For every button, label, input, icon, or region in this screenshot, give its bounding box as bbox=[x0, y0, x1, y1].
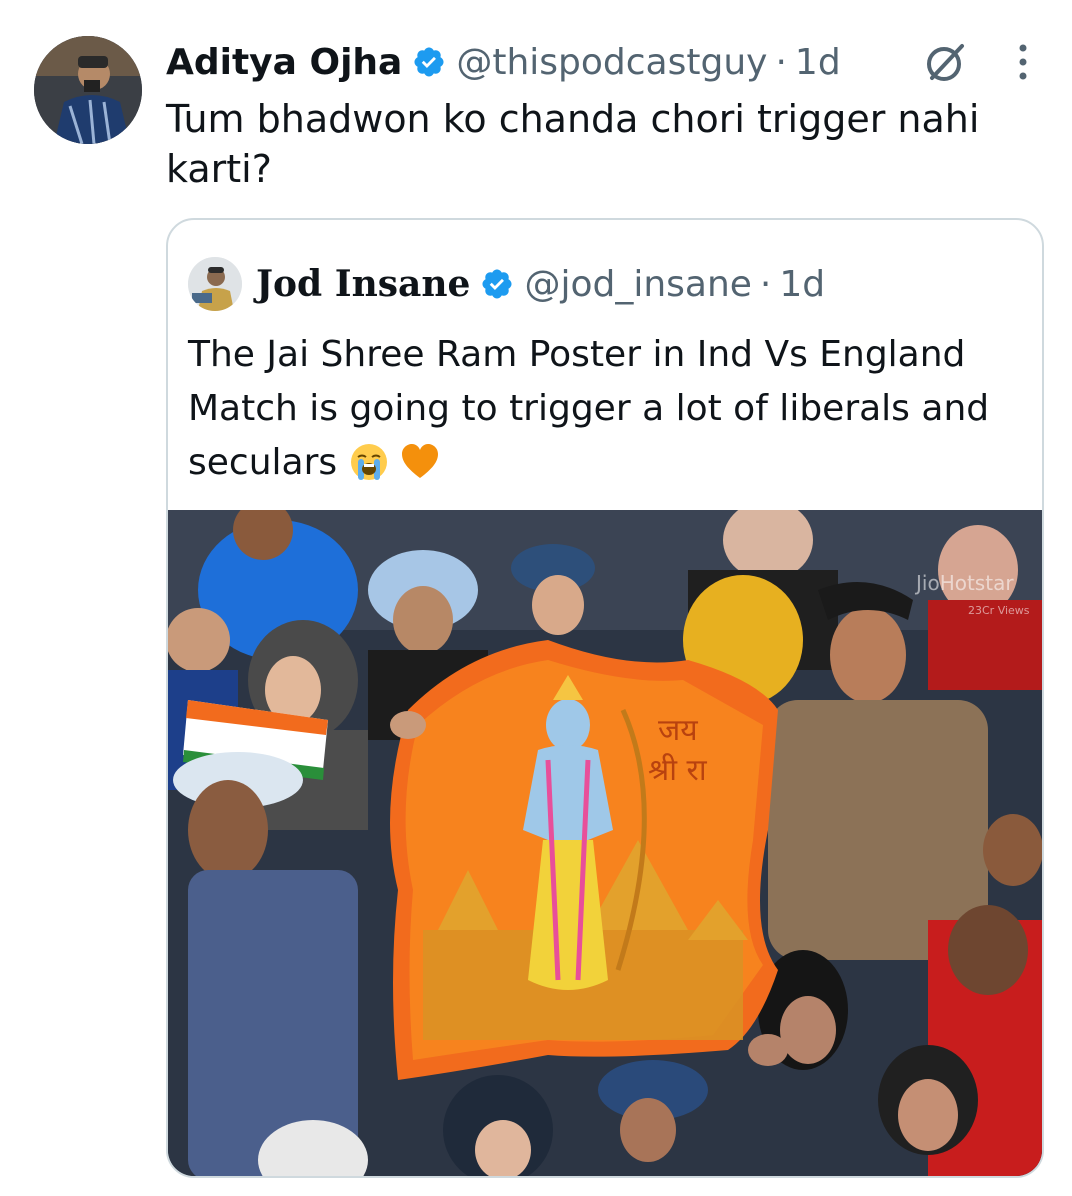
separator-dot: · bbox=[759, 263, 772, 305]
quoted-tweet[interactable]: Jod Insane @jod_insane · 1d The Jai Shre… bbox=[166, 218, 1044, 1178]
author-avatar[interactable] bbox=[34, 36, 142, 144]
quoted-author-handle[interactable]: @jod_insane bbox=[524, 264, 751, 305]
quoted-tweet-image[interactable]: जय श्री रा JioHotstar 23Cr Views bbox=[168, 510, 1042, 1176]
more-options-icon[interactable] bbox=[1008, 40, 1038, 84]
author-handle[interactable]: @thispodcastguy bbox=[456, 42, 767, 83]
tweet-text: Tum bhadwon ko chanda chori trigger nahi… bbox=[166, 97, 980, 191]
orange-heart-icon bbox=[402, 444, 439, 478]
tweet[interactable]: Aditya Ojha @thispodcastguy · 1d Tum bha… bbox=[0, 0, 1072, 1196]
separator-dot: · bbox=[775, 41, 787, 83]
quoted-author-avatar[interactable] bbox=[188, 257, 242, 311]
grok-icon[interactable] bbox=[924, 40, 968, 84]
broadcast-views: 23Cr Views bbox=[968, 604, 1030, 617]
poster-text: जय bbox=[658, 713, 698, 748]
poster-text-2: श्री रा bbox=[648, 753, 708, 788]
quoted-tweet-body: The Jai Shree Ram Poster in Ind Vs Engla… bbox=[188, 334, 990, 483]
quoted-tweet-time[interactable]: 1d bbox=[779, 264, 825, 305]
verified-badge-icon bbox=[412, 45, 446, 79]
author-name[interactable]: Aditya Ojha bbox=[166, 42, 402, 83]
quoted-author-name[interactable]: Jod Insane bbox=[256, 263, 470, 305]
quoted-tweet-text: The Jai Shree Ram Poster in Ind Vs Engla… bbox=[188, 328, 1028, 490]
verified-badge-icon bbox=[480, 267, 514, 301]
crowd-photo: जय श्री रा JioHotstar 23Cr Views bbox=[168, 510, 1042, 1176]
broadcast-watermark: JioHotstar bbox=[914, 571, 1014, 595]
quoted-tweet-header: Jod Insane @jod_insane · 1d bbox=[188, 256, 825, 312]
tweet-time[interactable]: 1d bbox=[795, 42, 841, 83]
tweet-header: Aditya Ojha @thispodcastguy · 1d bbox=[166, 36, 841, 88]
loudly-crying-face-icon bbox=[350, 444, 387, 480]
